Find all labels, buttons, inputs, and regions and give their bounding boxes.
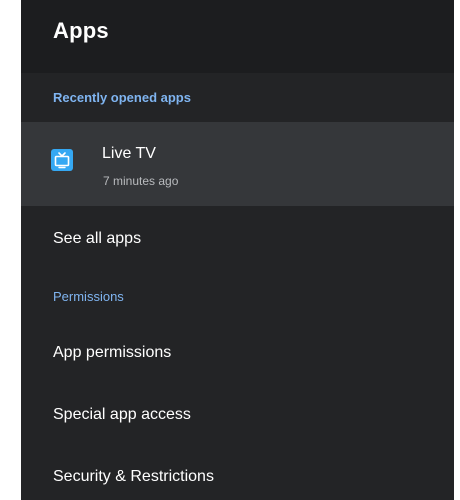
page-title: Apps <box>53 18 109 43</box>
list-item-live-tv[interactable]: Live TV 7 minutes ago <box>21 122 454 206</box>
apps-settings-panel: Apps Recently opened apps Live TV 7 minu… <box>21 0 454 500</box>
security-restrictions-item[interactable]: Security & Restrictions <box>53 468 214 486</box>
tv-icon <box>51 149 73 171</box>
section-header-permissions: Permissions <box>53 289 124 304</box>
app-name: Live TV <box>102 145 156 162</box>
header-bar: Apps <box>21 0 454 73</box>
special-app-access-item[interactable]: Special app access <box>53 406 191 424</box>
section-header-recent-apps: Recently opened apps <box>53 90 191 105</box>
app-permissions-item[interactable]: App permissions <box>53 344 171 362</box>
app-last-opened: 7 minutes ago <box>103 174 179 188</box>
see-all-apps-item[interactable]: See all apps <box>53 230 141 248</box>
